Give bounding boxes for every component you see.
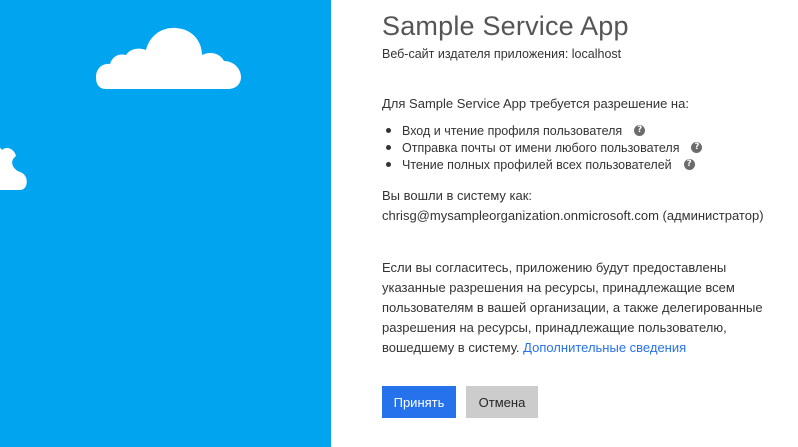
signed-in-label: Вы вошли в систему как: xyxy=(382,188,533,203)
consent-line-text: вошедшему в систему. xyxy=(382,340,524,355)
permission-label: Чтение полных профилей всех пользователе… xyxy=(402,157,672,172)
permission-item: Вход и чтение профиля пользователя ? xyxy=(382,122,702,139)
question-circle-icon[interactable]: ? xyxy=(691,142,703,153)
question-circle-icon[interactable]: ? xyxy=(634,125,646,136)
permission-label: Отправка почты от имени любого пользоват… xyxy=(402,140,680,155)
bullet xyxy=(386,145,391,150)
accept-button[interactable]: Принять xyxy=(382,386,456,418)
more-info-link[interactable]: Дополнительные сведения xyxy=(523,340,686,355)
cloud-icon xyxy=(96,27,241,89)
consent-line: Если вы согласитесь, приложению будут пр… xyxy=(382,260,727,275)
consent-line: указанные разрешения на ресурсы, принадл… xyxy=(382,280,735,295)
publisher-website: Веб-сайт издателя приложения: localhost xyxy=(382,47,622,61)
consent-description: Если вы согласитесь, приложению будут пр… xyxy=(382,258,777,358)
permissions-list: Вход и чтение профиля пользователя ? Отп… xyxy=(382,122,703,173)
permission-item: Отправка почты от имени любого пользоват… xyxy=(382,139,703,156)
bullet xyxy=(386,162,391,167)
app-title: Sample Service App xyxy=(382,11,629,41)
brand-panel xyxy=(0,0,331,447)
cancel-button[interactable]: Отмена xyxy=(466,386,538,418)
bullet xyxy=(386,128,391,133)
consent-line: разрешения на ресурсы, принадлежащие пол… xyxy=(382,320,727,335)
question-circle-icon[interactable]: ? xyxy=(683,159,695,170)
permissions-heading: Для Sample Service App требуется разреше… xyxy=(382,96,689,111)
consent-line: пользователям в вашей организации, а так… xyxy=(382,300,763,315)
signed-in-user: chrisg@mysampleorganization.onmicrosoft.… xyxy=(382,208,764,223)
permission-label: Вход и чтение профиля пользователя xyxy=(402,123,623,138)
permission-item: Чтение полных профилей всех пользователе… xyxy=(382,156,702,173)
consent-line: вошедшему в систему. Дополнительные свед… xyxy=(382,338,777,358)
consent-page: Sample Service App Веб-сайт издателя при… xyxy=(0,0,798,447)
cloud-icon xyxy=(0,147,27,190)
